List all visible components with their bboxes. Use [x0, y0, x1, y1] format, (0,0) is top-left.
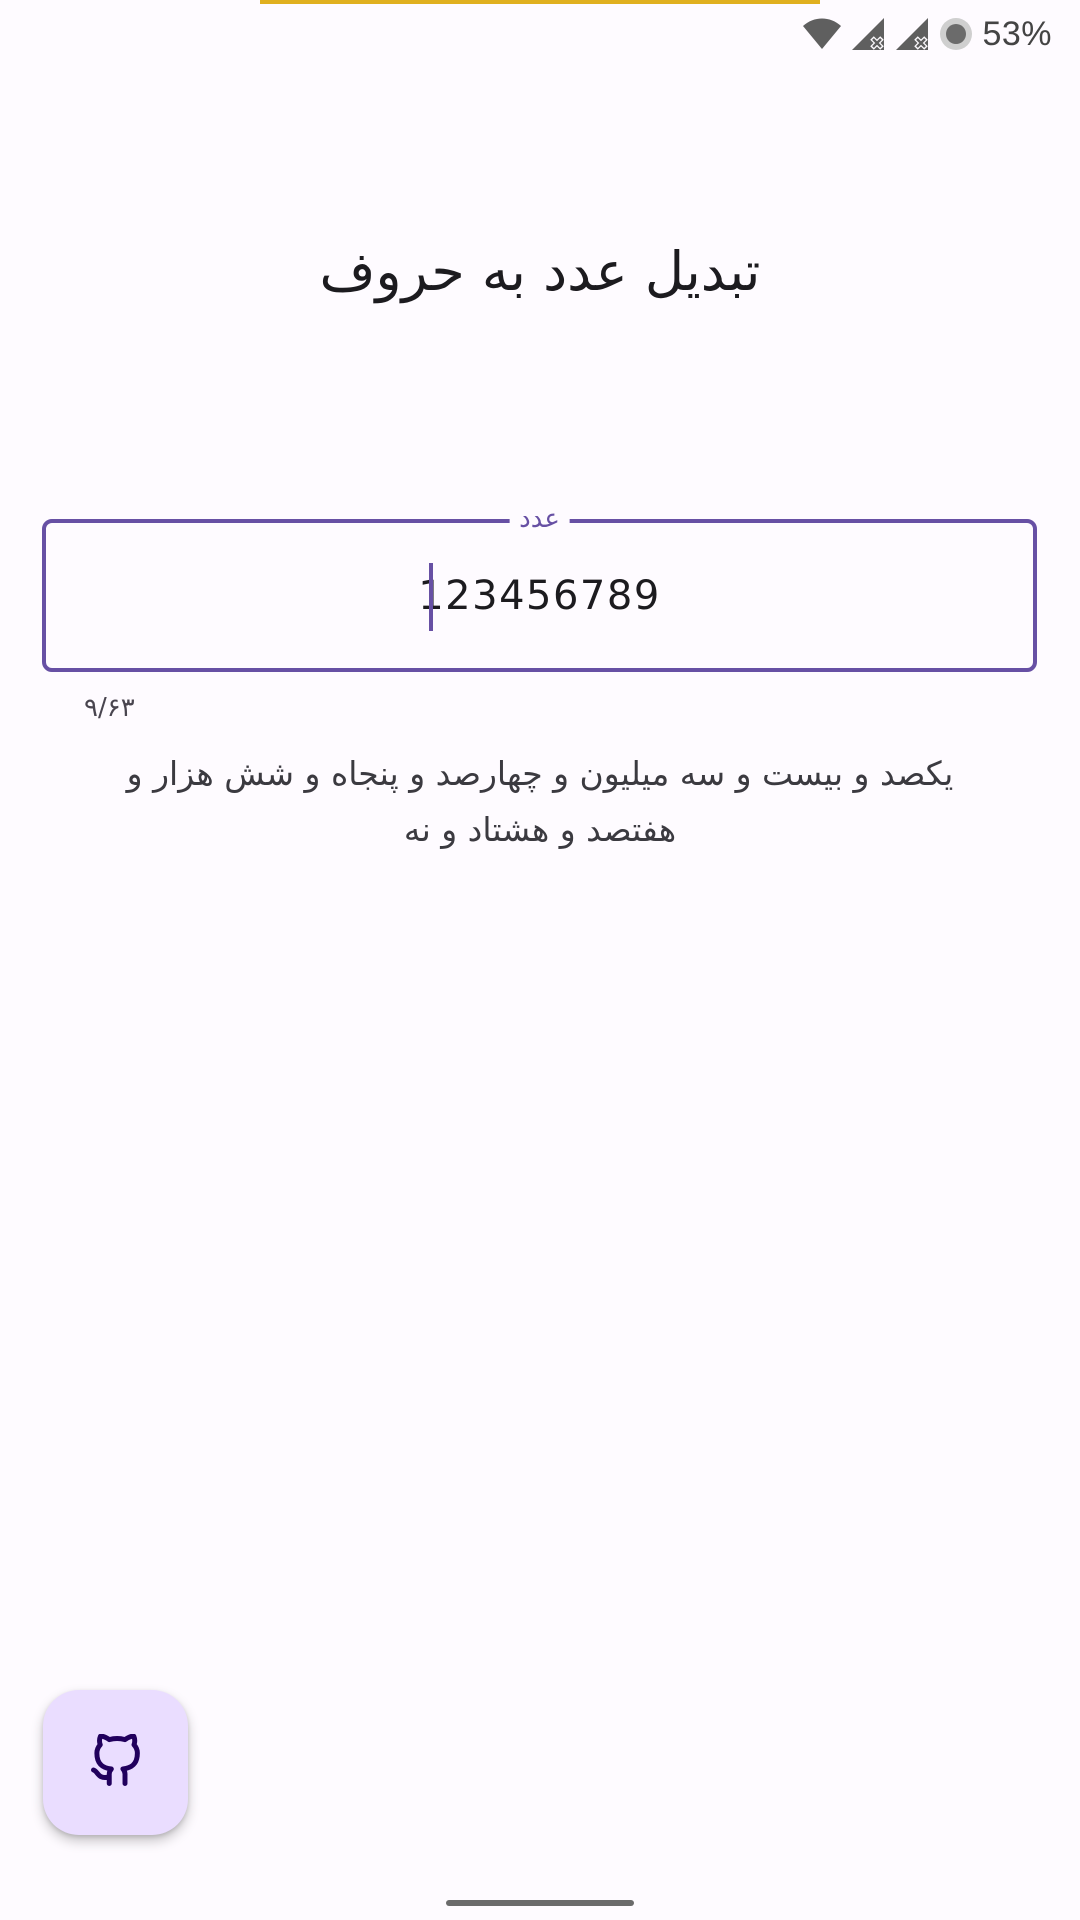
number-field[interactable]: عدد	[42, 501, 1037, 672]
home-indicator[interactable]	[446, 1900, 634, 1906]
app-screen: 53% تبدیل عدد به حروف عدد ۹/۶۳ یکصد و بی…	[0, 0, 1080, 1920]
status-bar: 53%	[802, 12, 1052, 56]
github-button[interactable]	[43, 1690, 188, 1835]
result-text: یکصد و بیست و سه میلیون و چهارصد و پنجاه…	[126, 754, 954, 849]
number-input[interactable]	[46, 523, 1033, 668]
wifi-icon	[802, 17, 842, 51]
character-counter: ۹/۶۳	[84, 693, 135, 723]
battery-percent: 53%	[982, 14, 1052, 53]
signal-no-service-icon	[894, 16, 930, 52]
github-icon	[89, 1733, 143, 1792]
text-cursor	[429, 563, 433, 631]
battery-saver-icon	[938, 16, 974, 52]
signal-no-service-icon	[850, 16, 886, 52]
top-indicator-bar	[260, 0, 820, 4]
page-title: تبدیل عدد به حروف	[319, 240, 761, 303]
